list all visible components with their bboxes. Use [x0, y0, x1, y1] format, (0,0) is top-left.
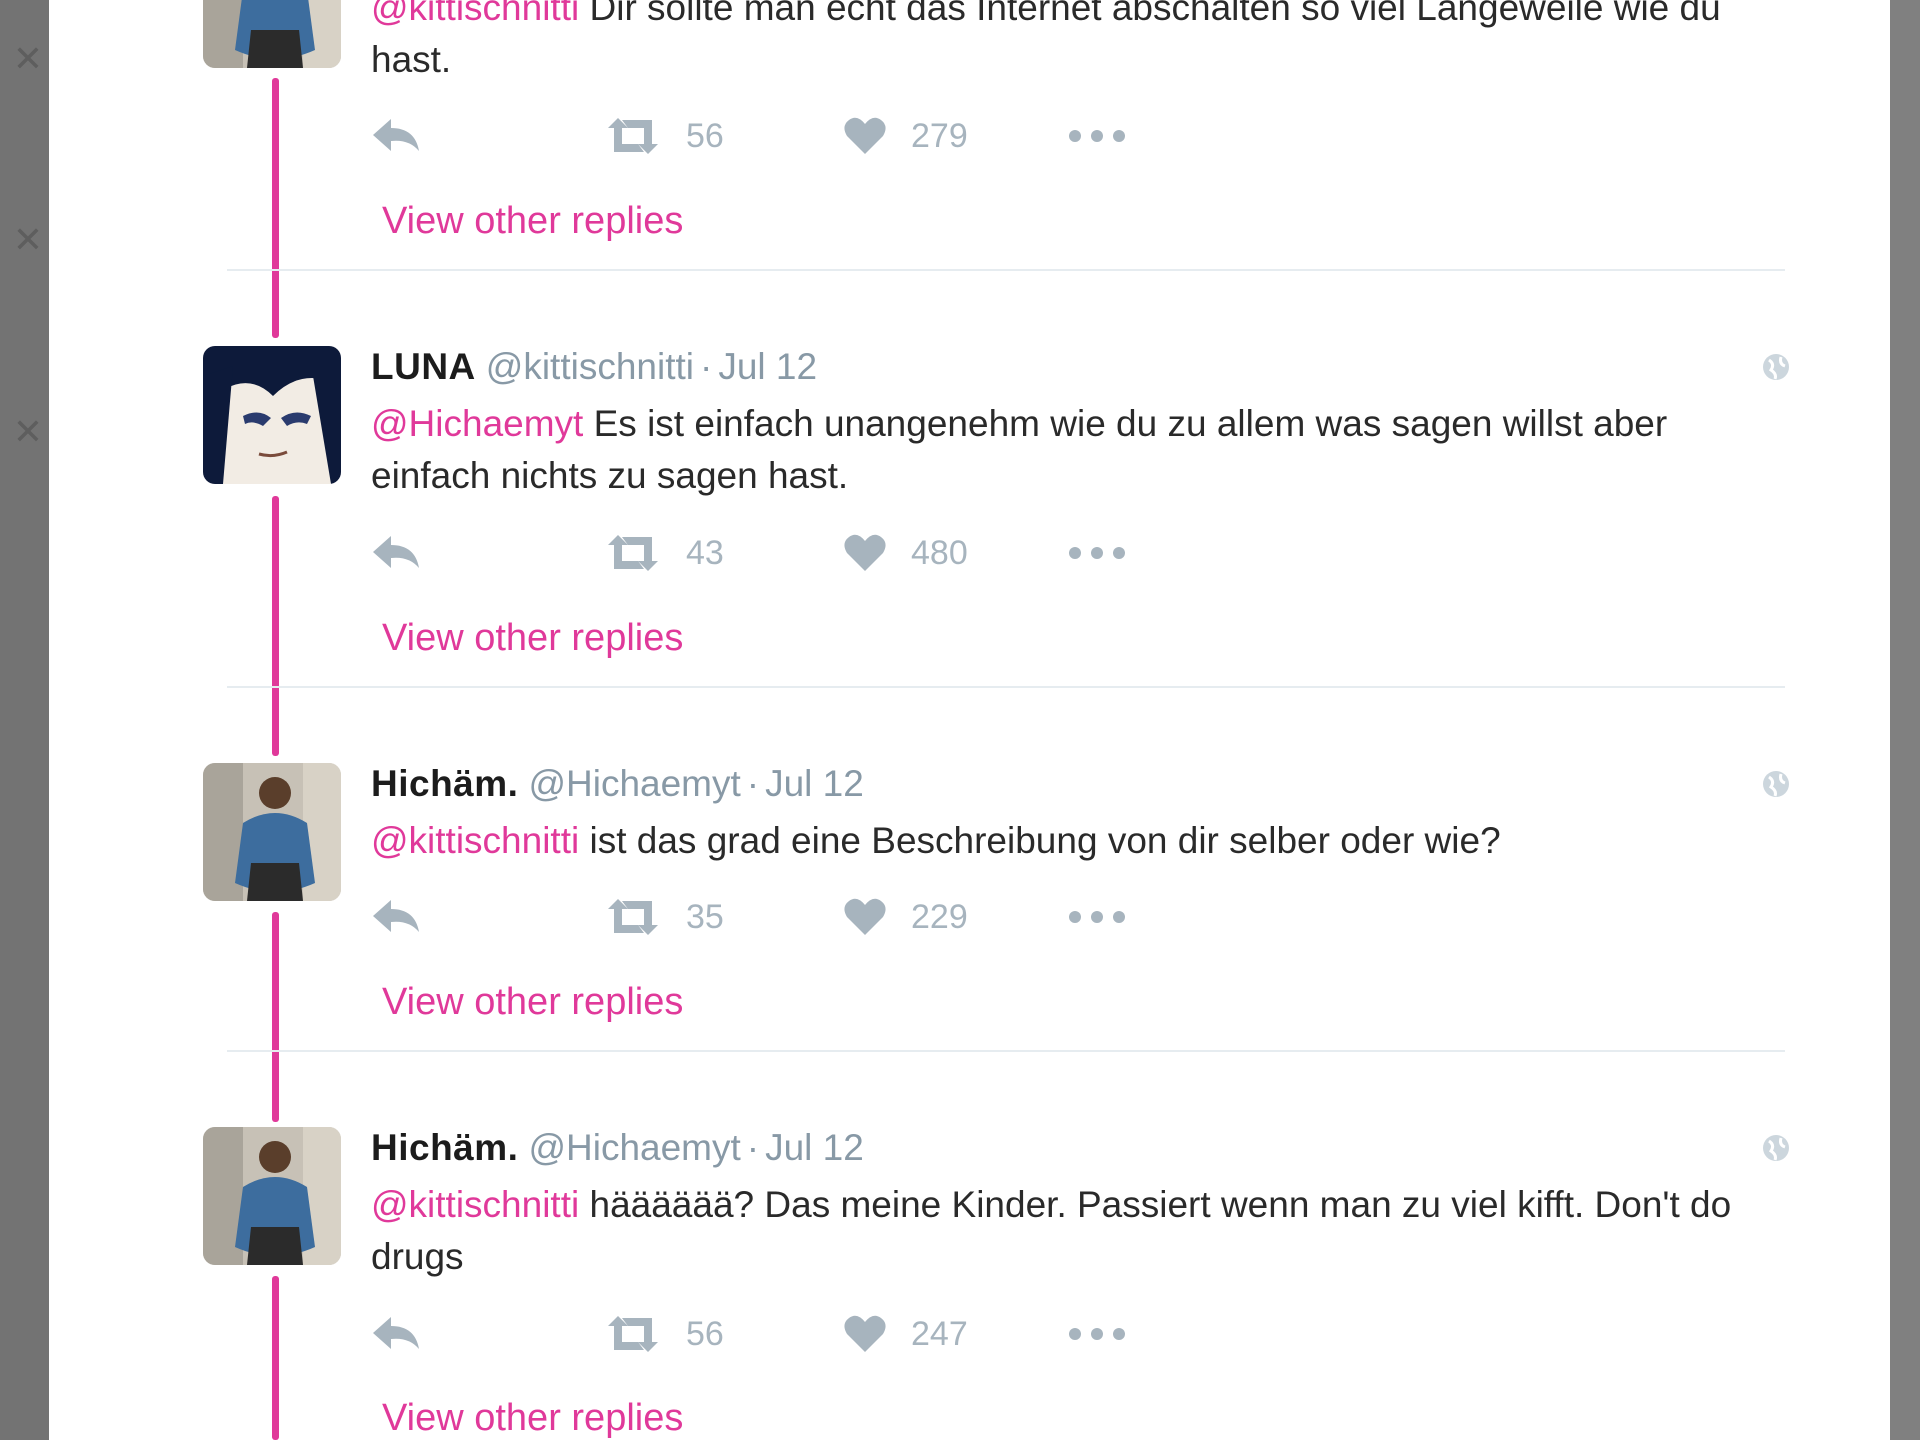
conversation-panel: x @kittischnitti Dir sollte man echt das…: [49, 0, 1890, 1440]
more-dots-icon: [1069, 911, 1125, 923]
close-icon[interactable]: ✕: [12, 223, 44, 259]
retweet-icon: [608, 1316, 658, 1352]
close-icon[interactable]: ✕: [12, 415, 44, 451]
retweet-button[interactable]: 35: [604, 887, 724, 947]
tweet-text: @Hichaemyt Es ist einfach unangenehm wie…: [371, 398, 1791, 502]
right-overlay-strip: [1890, 0, 1920, 1440]
mention-link[interactable]: @Hichaemyt: [371, 403, 583, 444]
like-button[interactable]: 247: [843, 1304, 968, 1364]
view-other-replies-link[interactable]: View other replies: [382, 200, 683, 243]
avatar[interactable]: [203, 0, 341, 68]
reply-icon: [373, 1317, 419, 1349]
author-handle[interactable]: @Hichaemyt: [528, 1127, 740, 1168]
divider: [227, 269, 1785, 271]
reply-icon: [373, 119, 419, 151]
author-name[interactable]: LUNA: [371, 346, 476, 387]
retweet-icon: [608, 118, 658, 154]
like-count: 279: [911, 116, 968, 155]
like-button[interactable]: 279: [843, 106, 968, 166]
retweet-count: 56: [686, 1314, 724, 1353]
tweet-header: Hichäm. @Hichaemyt · Jul 12: [371, 1127, 1791, 1169]
globe-icon: [1763, 1135, 1789, 1161]
tweet-text: @kittischnitti Dir sollte man echt das I…: [371, 0, 1771, 86]
tweet-header: LUNA @kittischnitti · Jul 12: [371, 346, 1791, 388]
more-dots-icon: [1069, 1328, 1125, 1340]
retweet-button[interactable]: 56: [604, 106, 724, 166]
reply-button[interactable]: [371, 1304, 421, 1364]
more-dots-icon: [1069, 547, 1125, 559]
heart-icon: [844, 898, 886, 935]
mention-link[interactable]: @kittischnitti: [371, 820, 579, 861]
tweet-date[interactable]: Jul 12: [765, 1127, 864, 1168]
author-handle[interactable]: @Hichaemyt: [528, 763, 740, 804]
author-name[interactable]: Hichäm.: [371, 1127, 518, 1168]
like-count: 247: [911, 1314, 968, 1353]
retweet-button[interactable]: 56: [604, 1304, 724, 1364]
mention-link[interactable]: @kittischnitti: [371, 0, 579, 28]
retweet-icon: [608, 535, 658, 571]
separator: ·: [746, 763, 760, 804]
heart-icon: [844, 1315, 886, 1352]
author-name[interactable]: Hichäm.: [371, 763, 518, 804]
heart-icon: [844, 117, 886, 154]
tweet-actions-row: 43 480: [203, 523, 1920, 583]
page: ✕ ✕ ✕ x @kittischnitti Dir: [0, 0, 1920, 1440]
like-count: 480: [911, 533, 968, 572]
heart-icon: [844, 534, 886, 571]
retweet-count: 43: [686, 533, 724, 572]
tweet-actions-row: 56 279: [203, 106, 1920, 166]
reply-button[interactable]: [371, 523, 421, 583]
more-button[interactable]: [1068, 523, 1126, 583]
view-other-replies-link[interactable]: View other replies: [382, 1397, 683, 1440]
left-overlay-strip: ✕ ✕ ✕: [0, 0, 49, 1440]
avatar[interactable]: [203, 1127, 341, 1265]
retweet-count: 35: [686, 897, 724, 936]
like-button[interactable]: 480: [843, 523, 968, 583]
retweet-icon: [608, 899, 658, 935]
divider: [227, 686, 1785, 688]
separator: ·: [746, 1127, 760, 1168]
reply-icon: [373, 900, 419, 932]
tweet-header: Hichäm. @Hichaemyt · Jul 12: [371, 763, 1791, 805]
more-button[interactable]: [1068, 1304, 1126, 1364]
reply-button[interactable]: [371, 887, 421, 947]
globe-icon: [1763, 354, 1789, 380]
view-other-replies-link[interactable]: View other replies: [382, 617, 683, 660]
close-icon[interactable]: ✕: [12, 42, 44, 78]
more-dots-icon: [1069, 130, 1125, 142]
retweet-count: 56: [686, 116, 724, 155]
more-button[interactable]: [1068, 887, 1126, 947]
tweet-text: @kittischnitti hääääää? Das meine Kinder…: [371, 1179, 1791, 1283]
mention-link[interactable]: @kittischnitti: [371, 1184, 579, 1225]
more-button[interactable]: [1068, 106, 1126, 166]
avatar[interactable]: [203, 763, 341, 901]
author-handle[interactable]: @kittischnitti: [486, 346, 694, 387]
tweet-actions-row: 35 229: [203, 887, 1920, 947]
avatar[interactable]: [203, 346, 341, 484]
tweet-date[interactable]: Jul 12: [718, 346, 817, 387]
tweet-text: @kittischnitti ist das grad eine Beschre…: [371, 815, 1791, 867]
reply-button[interactable]: [371, 106, 421, 166]
divider: [227, 1050, 1785, 1052]
tweet-body: ist das grad eine Beschreibung von dir s…: [579, 820, 1501, 861]
separator: ·: [699, 346, 713, 387]
globe-icon: [1763, 771, 1789, 797]
tweet-date[interactable]: Jul 12: [765, 763, 864, 804]
view-other-replies-link[interactable]: View other replies: [382, 981, 683, 1024]
like-button[interactable]: 229: [843, 887, 968, 947]
reply-icon: [373, 536, 419, 568]
tweet-actions-row: 56 247: [203, 1304, 1920, 1364]
retweet-button[interactable]: 43: [604, 523, 724, 583]
like-count: 229: [911, 897, 968, 936]
